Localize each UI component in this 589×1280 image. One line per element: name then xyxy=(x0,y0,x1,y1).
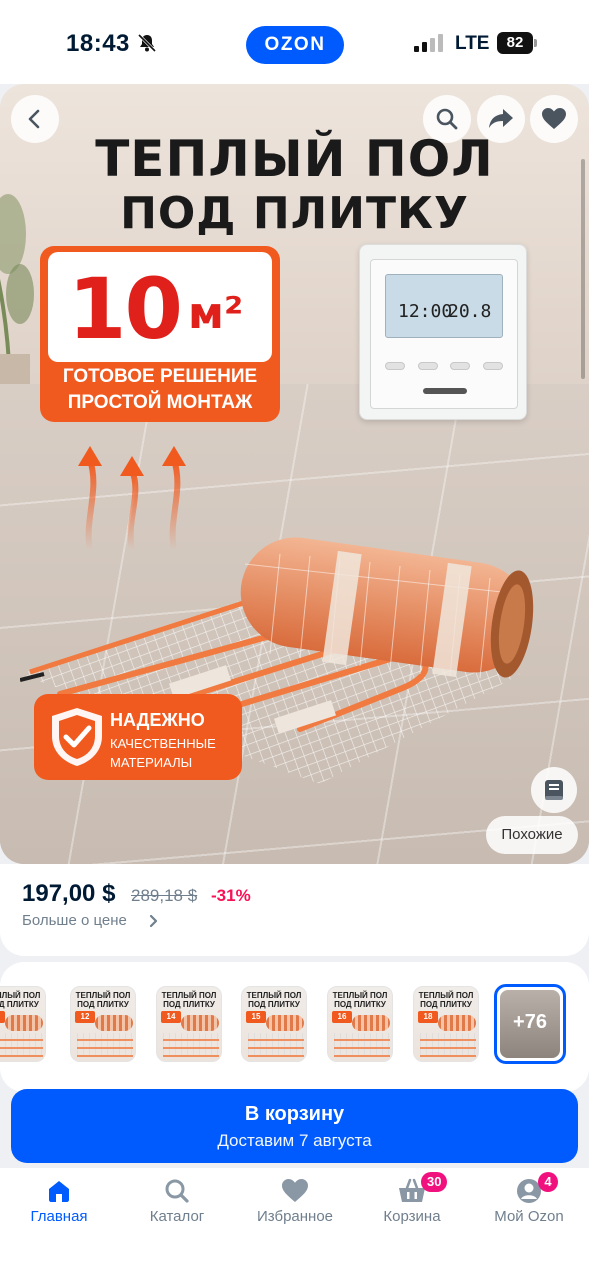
area-value: 10 xyxy=(68,260,183,358)
shield-check-icon xyxy=(52,708,102,766)
variant-thumb[interactable]: ТЕПЛЫЙ ПОЛ ПОД ПЛИТКУ 16 xyxy=(327,986,393,1062)
battery-icon: 82 xyxy=(497,32,537,54)
variant-area: 14 xyxy=(161,1011,181,1023)
area-promo-box: 10 м² ГОТОВОЕ РЕШЕНИЕ ПРОСТОЙ МОНТАЖ xyxy=(40,246,280,422)
thermostat-face: 12:00 20.8 xyxy=(370,259,518,409)
variant-thumb[interactable]: ТЕПЛЫЙ ПОЛ ПОД ПЛИТКУ 10 xyxy=(0,986,46,1062)
promo-line-1: ГОТОВОЕ РЕШЕНИЕ xyxy=(62,366,258,387)
tab-label: Каталог xyxy=(149,1208,205,1225)
quality-subtitle: КАЧЕСТВЕННЫЕ МАТЕРИАЛЫ xyxy=(110,736,216,770)
thermostat-illustration: 12:00 20.8 xyxy=(359,244,527,420)
thermostat-keys xyxy=(385,362,503,376)
share-arrow-icon xyxy=(489,109,513,128)
tab-catalog[interactable]: Каталог xyxy=(118,1178,236,1238)
thermostat-display: 12:00 20.8 xyxy=(385,274,503,338)
book-icon xyxy=(545,780,563,800)
tab-label: Мой Ozon xyxy=(494,1208,564,1225)
variant-title: ТЕПЛЫЙ ПОЛ ПОД ПЛИТКУ xyxy=(75,991,131,1009)
variant-title: ТЕПЛЫЙ ПОЛ ПОД ПЛИТКУ xyxy=(418,991,474,1009)
search-icon xyxy=(436,108,458,130)
network-type: LTE xyxy=(455,33,490,54)
quality-title: НАДЕЖНО xyxy=(110,710,205,730)
delivery-date: Доставим 7 августа xyxy=(217,1131,372,1150)
price-section: 197,00 $ 289,18 $ -31% Больше о цене xyxy=(0,864,589,956)
home-icon xyxy=(49,1181,69,1202)
add-to-cart-label: В корзину xyxy=(244,1103,345,1125)
signal-icon xyxy=(414,34,443,52)
more-about-price-link[interactable]: Больше о цене xyxy=(22,912,127,929)
old-price: 289,18 $ xyxy=(131,886,198,905)
tab-label: Главная xyxy=(30,1208,88,1225)
variant-thumb[interactable]: ТЕПЛЫЙ ПОЛ ПОД ПЛИТКУ 14 xyxy=(156,986,222,1062)
bottom-tab-bar: Главная Каталог Избранное Корзина 30 Мой… xyxy=(0,1168,589,1280)
description-button[interactable] xyxy=(531,767,577,813)
search-icon xyxy=(165,1179,189,1203)
status-bar: 18:43 OZON LTE 82 xyxy=(0,0,589,84)
similar-button[interactable]: Похожие xyxy=(486,816,578,854)
product-image[interactable]: ТЕПЛЫЙ ПОЛ ПОД ПЛИТКУ 10 м² ГОТОВОЕ РЕШЕ… xyxy=(0,84,589,864)
more-variants-button[interactable]: +76 xyxy=(494,984,566,1064)
promo-line-2: ПРОСТОЙ МОНТАЖ xyxy=(67,392,253,413)
product-page: 18:43 OZON LTE 82 ТЕПЛЫЙ ПОЛ ПОД ПЛИТКУ … xyxy=(0,0,589,1280)
heart-icon xyxy=(542,108,566,129)
chevron-left-icon xyxy=(28,109,40,129)
variant-title: ТЕПЛЫЙ ПОЛ ПОД ПЛИТКУ xyxy=(246,991,302,1009)
status-time: 18:43 xyxy=(66,30,130,57)
tab-profile[interactable]: Мой Ozon 4 xyxy=(470,1172,588,1238)
area-card: 10 м² xyxy=(48,252,272,362)
variant-thumb[interactable]: ТЕПЛЫЙ ПОЛ ПОД ПЛИТКУ 15 xyxy=(241,986,307,1062)
variant-thumb[interactable]: ТЕПЛЫЙ ПОЛ ПОД ПЛИТКУ 12 xyxy=(70,986,136,1062)
tab-home[interactable]: Главная xyxy=(0,1178,118,1238)
chevron-right-icon[interactable] xyxy=(148,914,160,928)
more-variants-count: +76 xyxy=(513,1011,547,1033)
tab-label: Избранное xyxy=(256,1208,334,1225)
variant-title: ТЕПЛЫЙ ПОЛ ПОД ПЛИТКУ xyxy=(161,991,217,1009)
current-price: 197,00 $ xyxy=(22,880,116,907)
bell-mute-icon xyxy=(137,33,157,53)
thermostat-bar xyxy=(423,388,467,394)
profile-badge: 4 xyxy=(538,1172,558,1192)
discount-badge: -31% xyxy=(211,886,251,905)
variants-carousel[interactable]: ТЕПЛЫЙ ПОЛ ПОД ПЛИТКУ 10 ТЕПЛЫЙ ПОЛ ПОД … xyxy=(0,962,589,1092)
variant-area: 18 xyxy=(418,1011,438,1023)
image-title-line1: ТЕПЛЫЙ ПОЛ xyxy=(95,130,494,188)
image-title-line2: ПОД ПЛИТКУ xyxy=(120,188,469,239)
tab-cart[interactable]: Корзина 30 xyxy=(353,1172,471,1238)
variant-area: 12 xyxy=(75,1011,95,1023)
tab-label: Корзина xyxy=(383,1208,441,1225)
add-to-cart-button[interactable]: В корзину Доставим 7 августа xyxy=(11,1089,578,1163)
thermostat-temp: 20.8 xyxy=(448,301,492,322)
battery-level: 82 xyxy=(497,32,533,54)
tab-favorites[interactable]: Избранное xyxy=(236,1178,354,1238)
variant-area: 16 xyxy=(332,1011,352,1023)
heart-icon xyxy=(282,1179,308,1202)
quality-badge: НАДЕЖНО КАЧЕСТВЕННЫЕ МАТЕРИАЛЫ xyxy=(34,694,242,780)
battery-cap xyxy=(534,39,537,47)
thermostat-time: 12:00 xyxy=(398,301,453,322)
area-unit: м² xyxy=(188,288,244,339)
cart-count-badge: 30 xyxy=(421,1172,448,1192)
variant-title: ТЕПЛЫЙ ПОЛ ПОД ПЛИТКУ xyxy=(0,991,41,1009)
ozon-logo: OZON xyxy=(246,26,344,64)
variant-thumb[interactable]: ТЕПЛЫЙ ПОЛ ПОД ПЛИТКУ 18 xyxy=(413,986,479,1062)
variant-area: 15 xyxy=(246,1011,266,1023)
variant-title: ТЕПЛЫЙ ПОЛ ПОД ПЛИТКУ xyxy=(332,991,388,1009)
